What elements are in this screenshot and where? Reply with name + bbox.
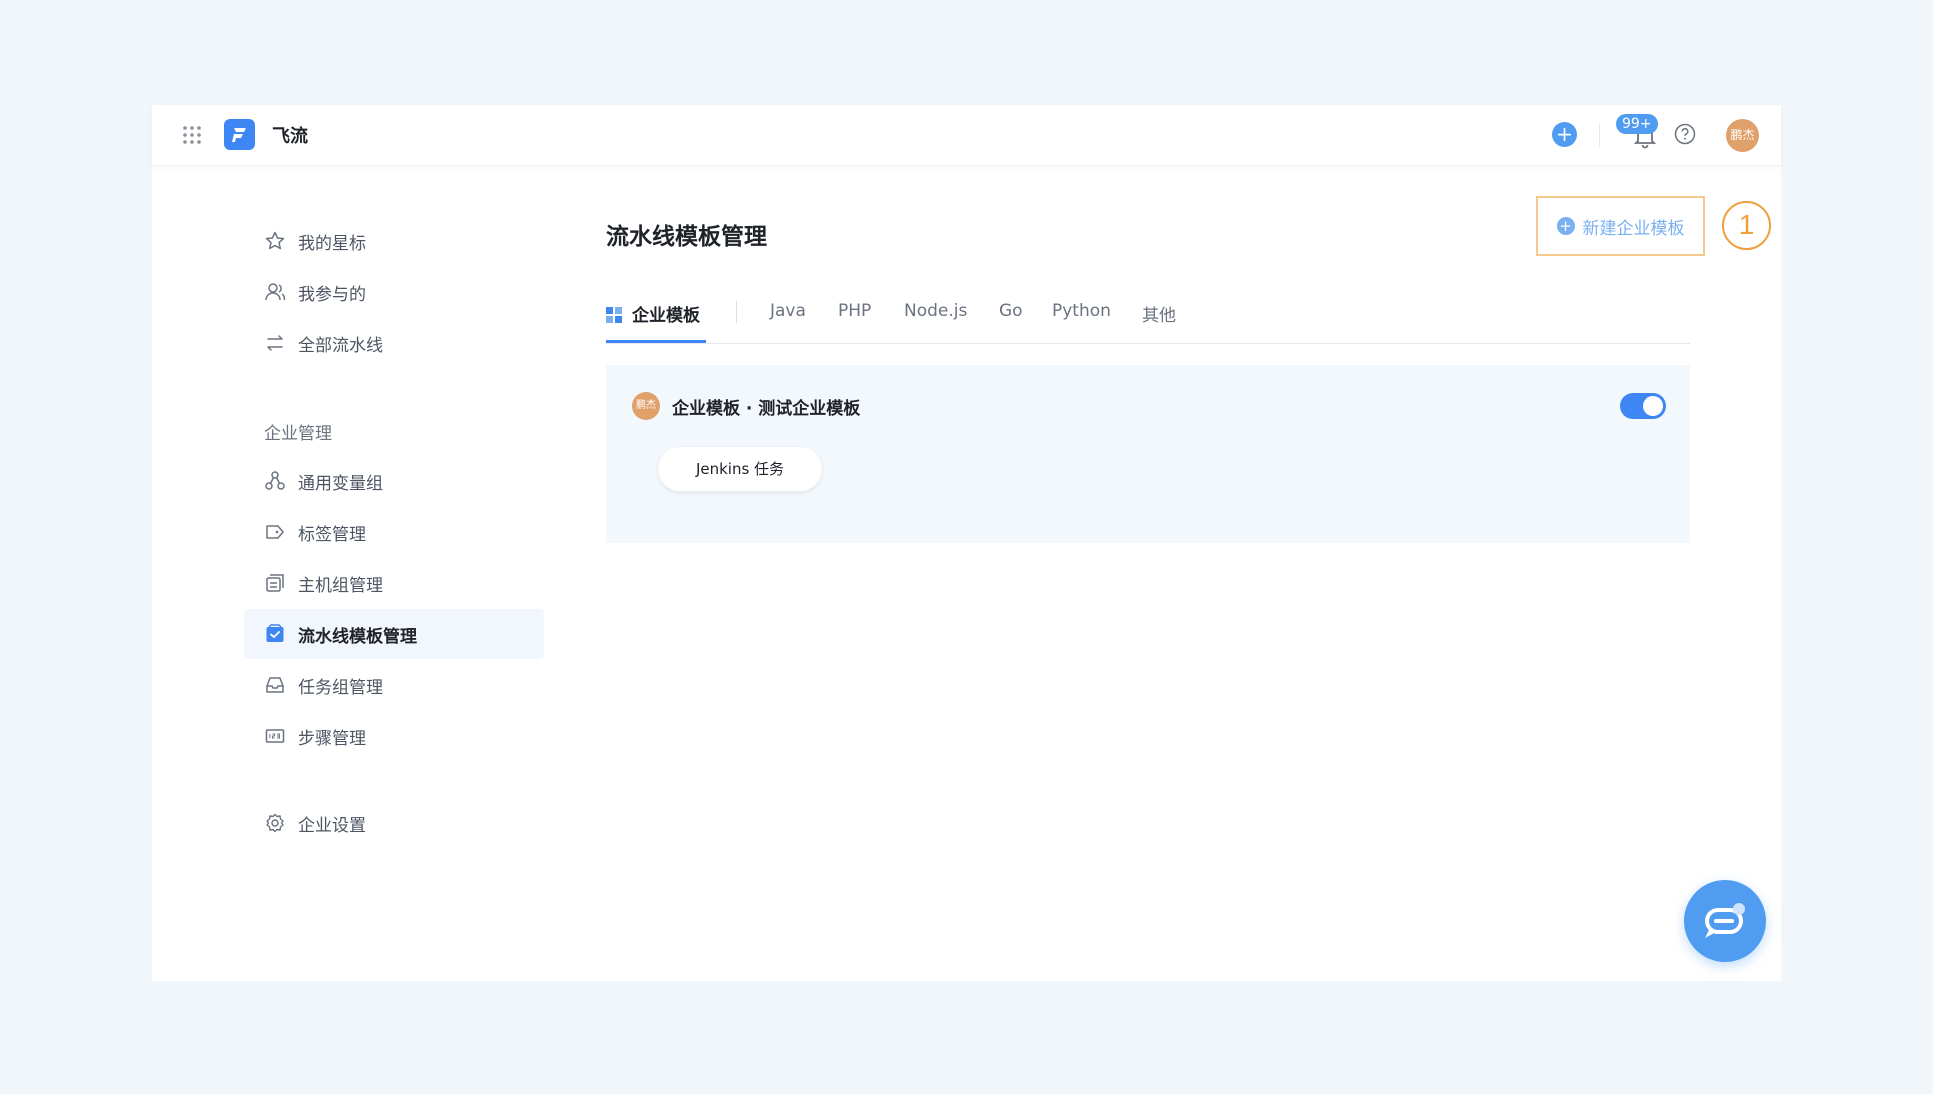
- swap-icon: [267, 335, 283, 351]
- card-title: 企业模板 · 测试企业模板: [672, 399, 861, 419]
- template-card[interactable]: 鹏杰 企业模板 · 测试企业模板 Jenkins 任务: [606, 365, 1690, 543]
- sidebar-item-starred[interactable]: 我的星标: [244, 216, 544, 266]
- template-tabs: 企业模板 Java PHP Node.js Go Python 其他: [606, 283, 1690, 344]
- active-tab-indicator: [606, 340, 706, 343]
- sidebar-item-steps[interactable]: 步骤管理: [244, 711, 544, 761]
- top-bar: 飞流 + 99+ 鹏杰: [152, 105, 1781, 166]
- gear-icon: [266, 813, 284, 833]
- nodes-icon: [265, 471, 285, 490]
- star-icon: [265, 231, 285, 250]
- tag-icon: [266, 525, 284, 539]
- app-title: 飞流: [272, 126, 308, 147]
- sidebar-item-label: 我的星标: [298, 233, 366, 254]
- sidebar-item-label: 企业设置: [298, 815, 366, 836]
- sidebar-item-label: 通用变量组: [298, 473, 383, 494]
- help-icon[interactable]: [1674, 123, 1696, 145]
- chat-button[interactable]: [1684, 880, 1766, 962]
- sidebar-item-label: 主机组管理: [298, 575, 383, 596]
- sidebar-item-task-groups[interactable]: 任务组管理: [244, 660, 544, 710]
- new-enterprise-template-button[interactable]: + 新建企业模板: [1536, 196, 1705, 256]
- sidebar-item-enterprise-settings[interactable]: 企业设置: [244, 798, 544, 848]
- page-title: 流水线模板管理: [606, 224, 767, 250]
- notification-badge: 99+: [1616, 114, 1658, 134]
- user-icon: [265, 283, 286, 301]
- tab-java[interactable]: Java: [770, 301, 806, 321]
- tab-python[interactable]: Python: [1052, 301, 1111, 321]
- sidebar-item-pipeline-templates[interactable]: 流水线模板管理: [244, 609, 544, 659]
- card-avatar: 鹏杰: [632, 392, 660, 420]
- task-pill-jenkins[interactable]: Jenkins 任务: [658, 447, 822, 491]
- plus-circle-icon: +: [1556, 217, 1575, 235]
- steps-icon: [265, 729, 285, 743]
- apps-grid-icon[interactable]: [182, 125, 202, 145]
- sidebar-item-label: 我参与的: [298, 284, 366, 305]
- tab-label: 企业模板: [632, 306, 700, 326]
- inbox-icon: [266, 677, 284, 693]
- tab-other[interactable]: 其他: [1142, 301, 1176, 326]
- dashboard-icon: [606, 307, 622, 323]
- template-enable-toggle[interactable]: [1620, 393, 1666, 419]
- sidebar-item-label: 步骤管理: [298, 728, 366, 749]
- add-icon[interactable]: +: [1552, 122, 1577, 147]
- host-group-icon: [266, 574, 284, 592]
- tab-go[interactable]: Go: [999, 301, 1023, 321]
- sidebar-item-label: 全部流水线: [298, 335, 383, 356]
- sidebar-item-variable-groups[interactable]: 通用变量组: [244, 456, 544, 506]
- tab-enterprise-templates[interactable]: 企业模板: [606, 301, 700, 326]
- logo-icon[interactable]: [224, 119, 255, 150]
- user-avatar[interactable]: 鹏杰: [1726, 119, 1759, 152]
- sidebar-item-all-pipelines[interactable]: 全部流水线: [244, 318, 544, 368]
- sidebar-item-label: 任务组管理: [298, 677, 383, 698]
- chat-icon: [1705, 903, 1745, 938]
- app-window: 飞流 + 99+ 鹏杰 我的星标 我参与的 全部流水线 企业管理 通用变量组 标…: [152, 105, 1781, 981]
- tab-divider: [736, 301, 737, 323]
- section-label-enterprise: 企业管理: [264, 424, 332, 444]
- template-icon: [266, 624, 284, 642]
- sidebar-item-tags[interactable]: 标签管理: [244, 507, 544, 557]
- new-template-label: 新建企业模板: [1582, 218, 1685, 239]
- sidebar-item-participated[interactable]: 我参与的: [244, 267, 544, 317]
- tab-nodejs[interactable]: Node.js: [904, 301, 967, 321]
- toggle-knob: [1643, 396, 1663, 416]
- sidebar-item-label: 流水线模板管理: [298, 626, 417, 647]
- sidebar-item-label: 标签管理: [298, 524, 366, 545]
- step-marker: 1: [1722, 201, 1771, 250]
- divider: [1599, 123, 1600, 147]
- tab-php[interactable]: PHP: [838, 301, 871, 321]
- sidebar-item-host-groups[interactable]: 主机组管理: [244, 558, 544, 608]
